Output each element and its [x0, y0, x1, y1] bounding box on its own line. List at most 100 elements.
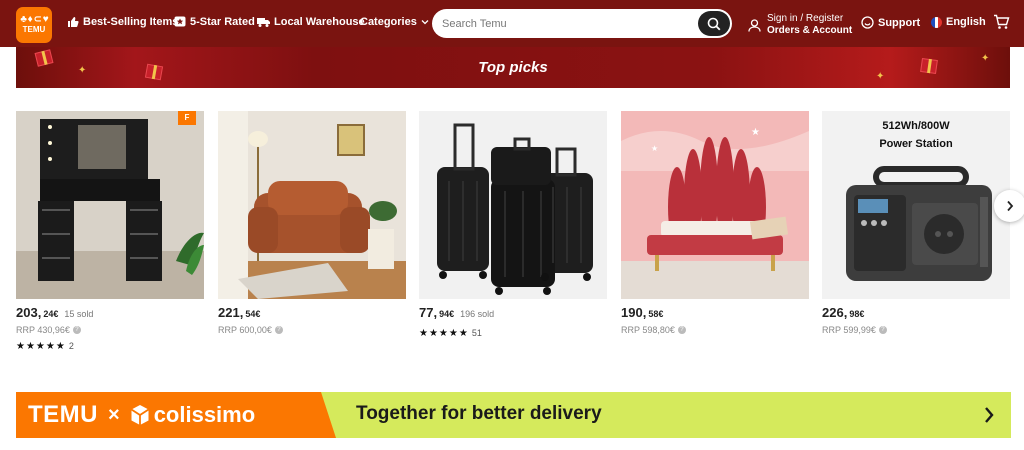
gift-decoration	[920, 57, 938, 75]
nav-best-selling-label: Best-Selling Items	[83, 16, 179, 28]
chat-support-icon	[861, 16, 874, 29]
promo-brand-panel: TEMU × colissimo	[16, 392, 336, 438]
nav-categories[interactable]: Categories	[360, 16, 429, 28]
star-badge-icon	[174, 16, 186, 27]
nav-best-selling[interactable]: Best-Selling Items	[67, 16, 178, 28]
france-flag-icon	[931, 16, 942, 28]
logo-word: TEMU	[22, 25, 46, 34]
price: 221, 54€	[218, 305, 406, 321]
sparkle-decoration: ✦	[876, 71, 885, 82]
account-orders-label: Orders & Account	[767, 25, 853, 36]
nav-categories-label: Categories	[360, 16, 417, 28]
colissimo-box-icon	[130, 405, 149, 425]
gift-decoration	[34, 49, 54, 67]
carousel-next-button[interactable]	[994, 190, 1024, 222]
promo-partner-label: colissimo	[153, 402, 256, 427]
rating: ★★★★★ 2	[16, 340, 204, 352]
product-card[interactable]: 512Wh/800W Power Station 226, 98€ RRP 599…	[822, 111, 1010, 337]
svg-text:★: ★	[751, 127, 760, 138]
rrp-price: RRP 598,80€?	[621, 323, 809, 337]
price-cents: 54€	[245, 309, 261, 319]
product-card[interactable]: F 203, 24€ 15 sold RRP 430,96€? ★★★★★ 2	[16, 111, 204, 352]
sparkle-decoration: ✦	[981, 53, 990, 64]
armchair-image	[218, 111, 406, 299]
info-icon[interactable]: ?	[878, 326, 887, 334]
rrp-price: RRP 600,00€?	[218, 323, 406, 337]
chevron-right-icon[interactable]	[983, 406, 995, 424]
price-cents: 98€	[849, 309, 865, 319]
cart-button[interactable]	[993, 14, 1010, 30]
product-card[interactable]: 221, 54€ RRP 600,00€?	[218, 111, 406, 337]
price-cents: 24€	[43, 309, 59, 319]
rrp-label: RRP 598,80€	[621, 325, 675, 335]
luggage-set-image	[419, 111, 607, 299]
rrp-label: RRP 600,00€	[218, 325, 272, 335]
product-image[interactable]: 512Wh/800W Power Station	[822, 111, 1010, 299]
sparkle-decoration: ✦	[78, 65, 87, 76]
info-icon[interactable]: ?	[72, 326, 81, 334]
sold-count: 196 sold	[460, 309, 495, 319]
rrp-label: RRP 430,96€	[16, 325, 70, 335]
language-label: English	[946, 16, 986, 28]
chevron-down-icon	[421, 20, 429, 25]
velvet-bed-image: ★ ★	[621, 111, 809, 299]
promo-temu-wordmark: TEMU	[28, 401, 98, 428]
product-image[interactable]	[419, 111, 607, 299]
chevron-right-icon	[1007, 200, 1014, 212]
search-input[interactable]	[442, 15, 692, 32]
price-cents: 58€	[648, 309, 664, 319]
flash-badge: F	[178, 111, 196, 125]
product-image[interactable]: F	[16, 111, 204, 299]
review-count: 51	[471, 328, 482, 338]
thumbs-up-icon	[68, 17, 79, 27]
rrp-price: RRP 599,99€?	[822, 323, 1010, 337]
top-header: ♣ ♦ ⊂ ♥ TEMU Best-Selling Items 5-Star R…	[0, 0, 1024, 47]
star-rating-icon: ★★★★★	[16, 340, 66, 352]
search-button[interactable]	[698, 11, 730, 36]
price: 226, 98€	[822, 305, 1010, 321]
price-cents: 94€	[439, 309, 455, 319]
logo-glyphs: ♣ ♦ ⊂ ♥	[20, 14, 48, 25]
product-card[interactable]: ★ ★ 190, 58€ RRP 598,80€?	[621, 111, 809, 337]
gift-decoration	[144, 63, 164, 81]
price-main: 77,	[419, 305, 438, 320]
info-icon[interactable]: ?	[274, 326, 283, 334]
colissimo-promo-banner[interactable]: TEMU × colissimo Together for better del…	[16, 392, 1011, 438]
promo-partner: colissimo	[130, 402, 255, 428]
language-selector[interactable]: English	[931, 16, 986, 28]
rrp-price: RRP 430,96€?	[16, 323, 204, 337]
account-menu[interactable]: Sign in / Register Orders & Account	[748, 13, 852, 37]
temu-logo[interactable]: ♣ ♦ ⊂ ♥ TEMU	[16, 7, 52, 43]
price: 190, 58€	[621, 305, 809, 321]
promo-tagline: Together for better delivery	[356, 403, 602, 424]
support-label: Support	[878, 16, 921, 29]
power-station-caption-1: 512Wh/800W	[882, 120, 950, 132]
search-icon	[707, 17, 721, 30]
price: 77, 94€ 196 sold	[419, 305, 607, 321]
svg-text:★: ★	[651, 144, 658, 153]
product-image[interactable]	[218, 111, 406, 299]
nav-local-warehouse-label: Local Warehouse	[274, 16, 365, 28]
nav-local-warehouse[interactable]: Local Warehouse	[257, 16, 365, 28]
review-count: 2	[68, 341, 74, 351]
banner-title: Top picks	[478, 59, 548, 76]
price-main: 190,	[621, 305, 647, 320]
promo-x: ×	[108, 403, 120, 426]
search-bar	[432, 9, 732, 38]
account-sign-in-label: Sign in / Register	[767, 13, 844, 24]
price: 203, 24€ 15 sold	[16, 305, 204, 321]
cart-icon	[994, 14, 1010, 29]
truck-icon	[257, 18, 270, 27]
power-station-image: 512Wh/800W Power Station	[822, 111, 1010, 299]
price-main: 221,	[218, 305, 244, 320]
support-link[interactable]: Support	[861, 16, 920, 29]
product-image[interactable]: ★ ★	[621, 111, 809, 299]
vanity-dresser-image	[16, 111, 204, 299]
product-card[interactable]: 77, 94€ 196 sold ★★★★★ 51	[419, 111, 607, 339]
rating: ★★★★★ 51	[419, 327, 607, 339]
nav-five-star[interactable]: 5-Star Rated	[174, 16, 255, 28]
price-main: 226,	[822, 305, 848, 320]
price-main: 203,	[16, 305, 42, 320]
nav-five-star-label: 5-Star Rated	[190, 16, 255, 28]
info-icon[interactable]: ?	[677, 326, 686, 334]
